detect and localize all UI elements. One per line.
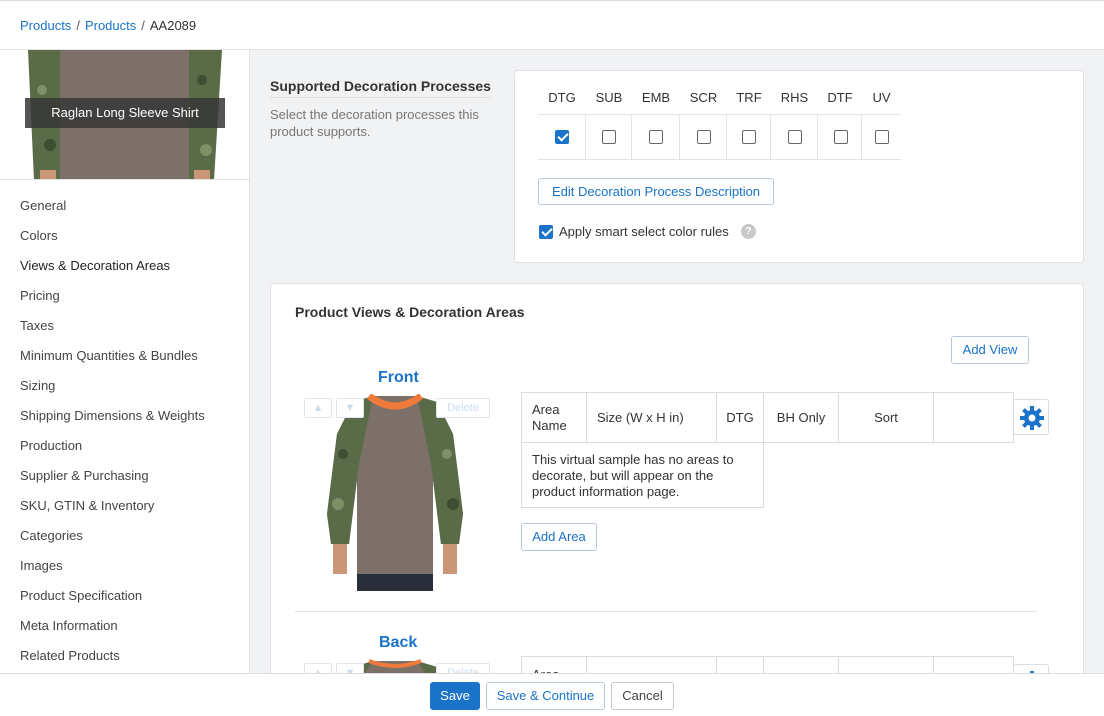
breadcrumb-separator: /: [141, 18, 145, 33]
process-checkbox-scr[interactable]: [697, 130, 711, 144]
sidebar-item-categories[interactable]: Categories: [0, 521, 249, 551]
sidebar-item-pricing[interactable]: Pricing: [0, 281, 249, 311]
move-up-button-back[interactable]: ▲: [304, 663, 332, 673]
process-col-divider: [770, 115, 771, 159]
col-header-area-name: Area Name: [522, 393, 587, 443]
sidebar-item-minimum-quantities[interactable]: Minimum Quantities & Bundles: [0, 341, 249, 371]
process-col-divider: [585, 115, 586, 159]
process-col-divider: [679, 115, 680, 159]
view-name-front[interactable]: Front: [378, 369, 419, 387]
area-table-front: Area Name Size (W x H in) DTG BH Only So…: [521, 392, 1014, 443]
process-col-divider: [631, 115, 632, 159]
help-icon[interactable]: ?: [741, 224, 756, 239]
col-header-bh-only: BH Only: [764, 393, 839, 443]
edit-decoration-process-button[interactable]: Edit Decoration Process Description: [538, 178, 774, 205]
process-checkbox-sub[interactable]: [602, 130, 616, 144]
smart-select-checkbox[interactable]: [539, 225, 553, 239]
sidebar-item-views-decoration-areas[interactable]: Views & Decoration Areas: [0, 251, 249, 281]
breadcrumb-link-products-1[interactable]: Products: [20, 18, 71, 33]
sidebar: Raglan Long Sleeve Shirt General Colors …: [0, 50, 250, 673]
sidebar-item-sizing[interactable]: Sizing: [0, 371, 249, 401]
views-divider: [295, 611, 1037, 612]
col-header-area-name-back: Area: [522, 657, 587, 673]
process-checkbox-emb[interactable]: [649, 130, 663, 144]
sidebar-item-taxes[interactable]: Taxes: [0, 311, 249, 341]
top-bar: Products / Products / AA2089: [0, 0, 1104, 50]
gear-icon: [1020, 406, 1044, 430]
process-col-divider: [861, 115, 862, 159]
product-thumbnail: Raglan Long Sleeve Shirt: [0, 50, 249, 180]
delete-view-button-back[interactable]: Delete: [436, 663, 490, 673]
sidebar-item-shipping[interactable]: Shipping Dimensions & Weights: [0, 401, 249, 431]
sidebar-item-related-products[interactable]: Related Products: [0, 641, 249, 671]
empty-areas-message: This virtual sample has no areas to deco…: [521, 443, 764, 508]
sidebar-item-supplier[interactable]: Supplier & Purchasing: [0, 461, 249, 491]
move-down-button[interactable]: ▼: [336, 398, 364, 418]
save-continue-button[interactable]: Save & Continue: [486, 682, 605, 710]
delete-view-button[interactable]: Delete: [436, 398, 490, 418]
sidebar-item-general[interactable]: General: [0, 191, 249, 221]
process-checkbox-dtf[interactable]: [834, 130, 848, 144]
sidebar-item-meta-information[interactable]: Meta Information: [0, 611, 249, 641]
col-header-sort: Sort: [839, 393, 934, 443]
gear-box-back: [1013, 664, 1049, 673]
sidebar-nav: General Colors Views & Decoration Areas …: [0, 191, 249, 671]
area-table-back: Area: [521, 656, 1014, 673]
process-header-uv: UV: [872, 90, 891, 105]
process-header-trf: TRF: [736, 90, 762, 105]
move-up-button[interactable]: ▲: [304, 398, 332, 418]
view-settings-button-back[interactable]: [1013, 664, 1049, 673]
breadcrumb-separator: /: [76, 18, 80, 33]
col-header-bh-only-back: [764, 657, 839, 673]
save-button[interactable]: Save: [430, 682, 480, 710]
area-table-back-header: Area: [521, 656, 1014, 673]
front-view-image: [313, 394, 477, 591]
col-header-dtg: DTG: [717, 393, 764, 443]
view-name-back[interactable]: Back: [379, 634, 417, 652]
process-header-dtg: DTG: [548, 90, 576, 105]
product-views-title: Product Views & Decoration Areas: [295, 304, 525, 320]
breadcrumb: Products / Products / AA2089: [20, 18, 196, 33]
process-col-divider: [817, 115, 818, 159]
process-checkbox-trf[interactable]: [742, 130, 756, 144]
decoration-section-title: Supported Decoration Processes: [270, 78, 491, 98]
process-header-sub: SUB: [595, 90, 623, 105]
col-header-sort-back: [839, 657, 934, 673]
process-header-scr: SCR: [689, 90, 718, 105]
breadcrumb-link-products-2[interactable]: Products: [85, 18, 136, 33]
breadcrumb-current: AA2089: [149, 18, 197, 33]
col-header-size: Size (W x H in): [587, 393, 717, 443]
process-header-emb: EMB: [641, 90, 671, 105]
process-col-divider: [726, 115, 727, 159]
sidebar-item-sku-gtin[interactable]: SKU, GTIN & Inventory: [0, 491, 249, 521]
add-area-button[interactable]: Add Area: [521, 523, 597, 551]
move-down-button-back[interactable]: ▼: [336, 663, 364, 673]
process-header-dtf: DTF: [827, 90, 853, 105]
sidebar-item-production[interactable]: Production: [0, 431, 249, 461]
footer-bar: Save Save & Continue Cancel: [0, 673, 1104, 716]
process-checkbox-rhs[interactable]: [788, 130, 802, 144]
add-view-button[interactable]: Add View: [951, 336, 1029, 364]
process-checkbox-dtg[interactable]: [555, 130, 569, 144]
sidebar-item-images[interactable]: Images: [0, 551, 249, 581]
view-settings-button[interactable]: [1013, 399, 1049, 435]
smart-select-label: Apply smart select color rules: [559, 224, 729, 239]
process-checkbox-uv[interactable]: [875, 130, 889, 144]
col-header-size-back: [587, 657, 717, 673]
sidebar-item-colors[interactable]: Colors: [0, 221, 249, 251]
back-view-region: ▲ ▼ Delete: [300, 655, 500, 673]
sidebar-item-product-specification[interactable]: Product Specification: [0, 581, 249, 611]
decoration-section-description: Select the decoration processes this pro…: [270, 107, 479, 139]
process-header-rhs: RHS: [780, 90, 809, 105]
col-header-actions: [934, 393, 1013, 443]
col-header-dtg-back: [717, 657, 764, 673]
product-caption: Raglan Long Sleeve Shirt: [25, 98, 225, 128]
cancel-button[interactable]: Cancel: [611, 682, 674, 710]
